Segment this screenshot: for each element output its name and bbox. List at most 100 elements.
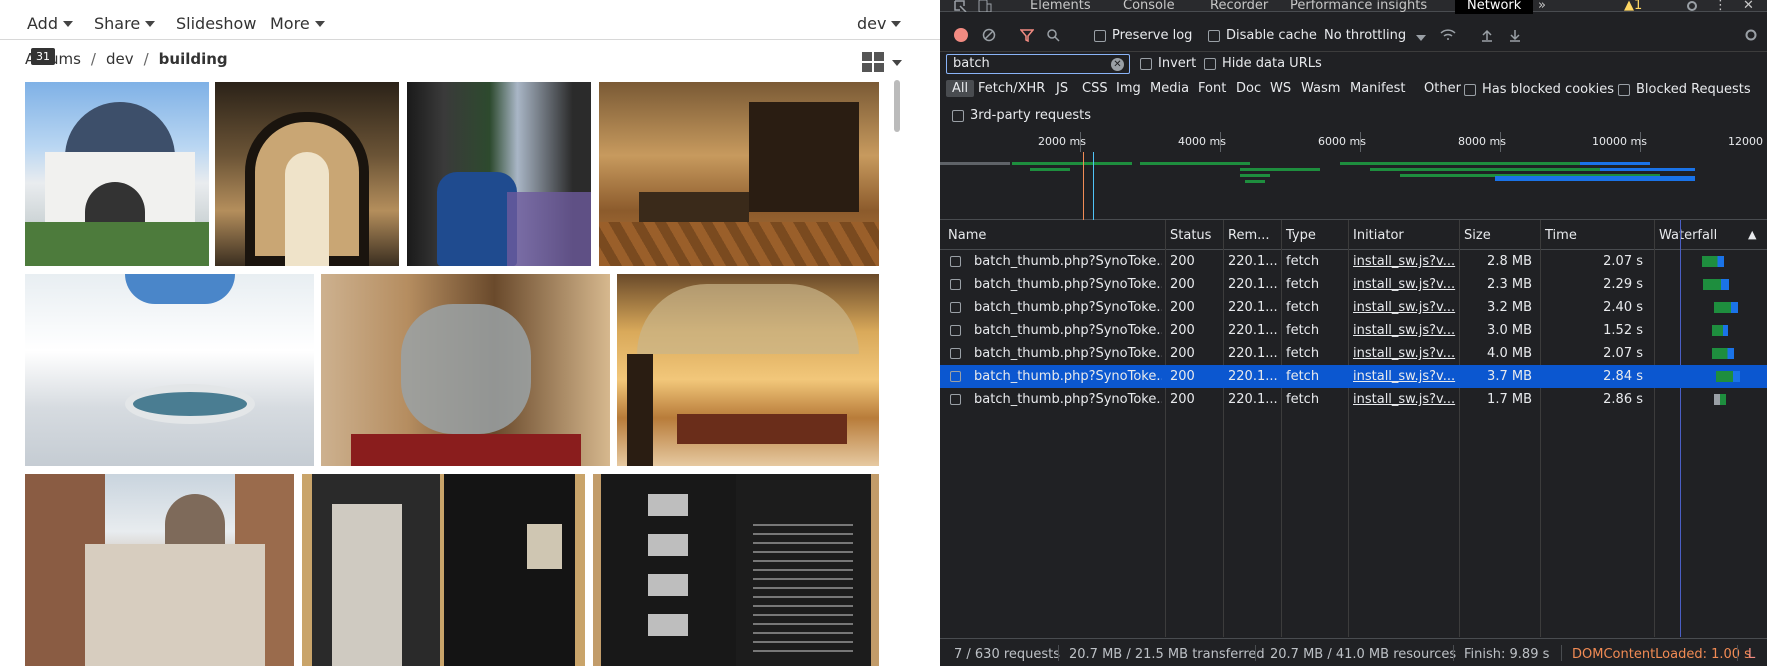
photo-thumbnail[interactable] [617,274,879,466]
request-time: 2.40 s [1603,300,1643,315]
table-row[interactable]: batch_thumb.php?SynoToke... 200 220.1... fe… [940,342,1767,365]
add-menu[interactable]: Add [27,14,73,33]
request-initiator[interactable]: install_sw.js?v... [1353,254,1457,269]
tab-elements[interactable]: Elements [1030,0,1091,12]
request-initiator[interactable]: install_sw.js?v... [1353,300,1457,315]
close-icon[interactable]: ✕ [1743,0,1754,12]
column-type[interactable]: Type [1286,228,1316,243]
warning-badge[interactable]: ▲1 [1624,0,1642,12]
network-conditions-icon[interactable] [1440,28,1456,42]
column-waterfall[interactable]: Waterfall [1659,228,1717,243]
type-media[interactable]: Media [1144,80,1195,97]
search-icon[interactable] [1046,28,1060,42]
table-row[interactable]: batch_thumb.php?SynoToke... 200 220.1... fe… [940,365,1767,388]
hide-data-urls-checkbox[interactable] [1204,58,1216,70]
request-initiator[interactable]: install_sw.js?v... [1353,277,1457,292]
chevron-down-icon[interactable] [1416,35,1426,41]
row-checkbox[interactable] [950,371,961,382]
inspect-icon[interactable] [954,0,968,12]
type-doc[interactable]: Doc [1230,80,1267,97]
row-checkbox[interactable] [950,302,961,313]
waterfall-bar [1712,348,1734,359]
filter-icon[interactable] [1020,28,1034,42]
blocked-requests-checkbox[interactable] [1618,84,1630,96]
breadcrumb-dev[interactable]: dev [106,50,134,68]
third-party-checkbox[interactable] [952,110,964,122]
clear-icon[interactable] [982,28,996,42]
more-options-icon[interactable]: ⋮ [1714,0,1727,12]
column-size[interactable]: Size [1464,228,1491,243]
device-toolbar-icon[interactable] [978,0,992,12]
type-ws[interactable]: WS [1264,80,1297,97]
request-initiator[interactable]: install_sw.js?v... [1353,392,1457,407]
type-other[interactable]: Other [1418,80,1467,97]
column-initiator[interactable]: Initiator [1353,228,1404,243]
type-all[interactable]: All [946,80,975,97]
share-menu-label: Share [94,14,141,33]
scrollbar[interactable] [894,80,900,132]
row-checkbox[interactable] [950,348,961,359]
import-har-icon[interactable] [1480,28,1494,42]
column-name[interactable]: Name [948,228,986,243]
more-menu[interactable]: More [270,14,325,33]
share-menu[interactable]: Share [94,14,156,33]
request-initiator[interactable]: install_sw.js?v... [1353,323,1457,338]
request-status: 200 [1170,323,1195,338]
type-fetch-xhr[interactable]: Fetch/XHR [972,80,1051,97]
type-css[interactable]: CSS [1076,80,1114,97]
user-menu[interactable]: dev [857,14,902,33]
type-wasm[interactable]: Wasm [1295,80,1346,97]
has-blocked-cookies-checkbox[interactable] [1464,84,1476,96]
row-checkbox[interactable] [950,394,961,405]
request-remote-address: 220.1... [1228,392,1278,407]
row-checkbox[interactable] [950,325,961,336]
photo-thumbnail[interactable] [215,82,399,266]
table-row[interactable]: batch_thumb.php?SynoToke... 200 220.1... fe… [940,250,1767,273]
table-row[interactable]: batch_thumb.php?SynoToke... 200 220.1... fe… [940,388,1767,411]
photo-thumbnail[interactable] [25,274,314,466]
photo-thumbnail[interactable] [25,82,209,266]
photo-thumbnail[interactable] [599,82,879,266]
tab-network[interactable]: Network [1455,0,1534,14]
export-har-icon[interactable] [1508,28,1522,42]
row-checkbox[interactable] [950,279,961,290]
row-checkbox[interactable] [950,256,961,267]
request-initiator[interactable]: install_sw.js?v... [1353,346,1457,361]
slideshow-button[interactable]: Slideshow [176,14,256,33]
request-status: 200 [1170,392,1195,407]
tab-console[interactable]: Console [1123,0,1175,12]
column-status[interactable]: Status [1170,228,1211,243]
preserve-log-checkbox[interactable] [1094,30,1106,42]
network-settings-icon[interactable] [1744,28,1758,42]
request-initiator[interactable]: install_sw.js?v... [1353,369,1457,384]
column-remote[interactable]: Rem... [1228,228,1270,243]
more-tabs-icon[interactable]: » [1538,0,1546,12]
record-icon[interactable] [954,28,968,42]
tab-recorder[interactable]: Recorder [1210,0,1268,12]
chevron-down-icon[interactable] [892,60,902,66]
sort-ascending-icon[interactable]: ▲ [1748,228,1756,241]
photo-thumbnail[interactable] [593,474,879,666]
request-size: 2.3 MB [1487,277,1532,292]
table-row[interactable]: batch_thumb.php?SynoToke... 200 220.1... fe… [940,319,1767,342]
table-row[interactable]: batch_thumb.php?SynoToke... 200 220.1... fe… [940,296,1767,319]
invert-checkbox[interactable] [1140,58,1152,70]
type-font[interactable]: Font [1192,80,1232,97]
type-js[interactable]: JS [1050,80,1074,97]
table-row[interactable]: batch_thumb.php?SynoToke... 200 220.1... fe… [940,273,1767,296]
photo-thumbnail[interactable] [321,274,610,466]
type-img[interactable]: Img [1110,80,1147,97]
clear-filter-icon[interactable]: ✕ [1111,58,1124,71]
disable-cache-checkbox[interactable] [1208,30,1220,42]
throttling-select[interactable]: No throttling [1324,28,1406,43]
dom-content-loaded: DOMContentLoaded: 1.00 s [1572,647,1751,662]
filter-input[interactable]: batch ✕ [946,54,1130,74]
photo-thumbnail[interactable] [302,474,585,666]
column-time[interactable]: Time [1545,228,1577,243]
tab-performance-insights[interactable]: Performance insights [1290,0,1427,12]
photo-thumbnail[interactable] [407,82,591,266]
type-manifest[interactable]: Manifest [1344,80,1411,97]
settings-icon[interactable] [1686,0,1698,12]
photo-thumbnail[interactable] [25,474,294,666]
grid-view-icon[interactable] [862,52,884,72]
